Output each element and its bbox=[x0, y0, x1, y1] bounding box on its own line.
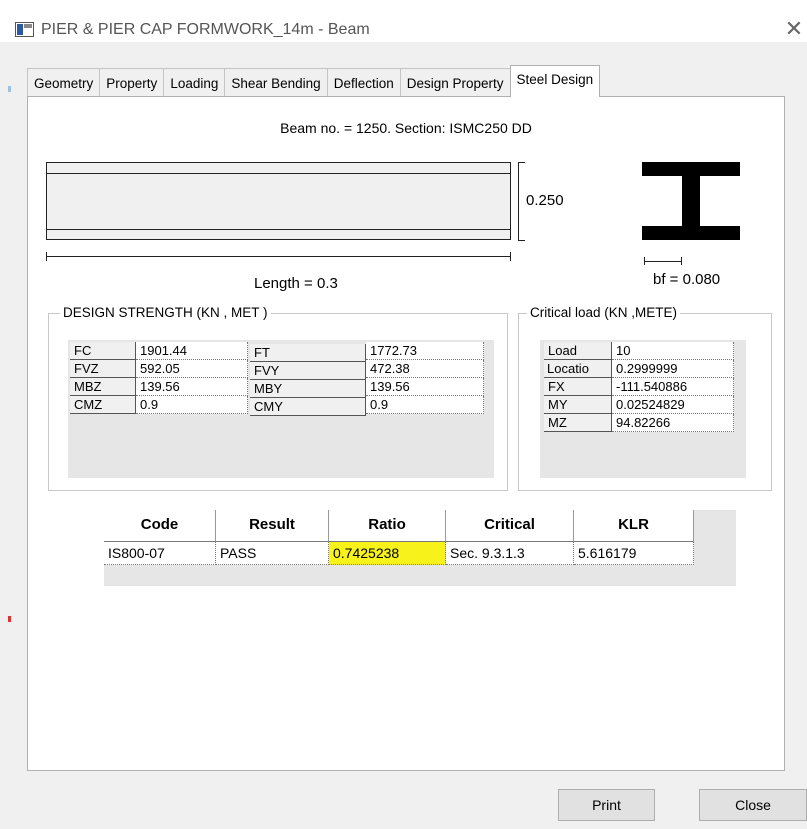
depth-dimension-tick-bottom bbox=[518, 240, 525, 241]
beam-info-label: Beam no. = 1250. Section: ISMC250 DD bbox=[280, 120, 532, 136]
critical-value: 94.82266 bbox=[612, 414, 734, 432]
critical-load-grid: Load 10 Locatio 0.2999999 FX -111.540886… bbox=[540, 340, 746, 478]
strength-value: 1772.73 bbox=[366, 342, 484, 360]
result-critical-cell: Sec. 9.3.1.3 bbox=[446, 542, 574, 565]
strength-value: 139.56 bbox=[136, 378, 248, 396]
beam-elevation-drawing bbox=[46, 162, 511, 240]
critical-key: FX bbox=[544, 378, 612, 396]
strength-value: 592.05 bbox=[136, 360, 248, 378]
column-header-critical: Critical bbox=[446, 510, 574, 542]
flange-width-tick-right bbox=[681, 257, 682, 265]
strength-key: MBZ bbox=[70, 378, 136, 396]
critical-key: MZ bbox=[544, 414, 612, 432]
column-header-ratio: Ratio bbox=[329, 510, 446, 542]
critical-key: Locatio bbox=[544, 360, 612, 378]
critical-value: 0.02524829 bbox=[612, 396, 734, 414]
depth-dimension-line bbox=[518, 162, 519, 240]
result-klr-cell: 5.616179 bbox=[574, 542, 694, 565]
strength-value: 1901.44 bbox=[136, 342, 248, 360]
flange-width-label: bf = 0.080 bbox=[653, 271, 721, 288]
critical-value: 10 bbox=[612, 342, 734, 360]
window-title: PIER & PIER CAP FORMWORK_14m - Beam bbox=[41, 21, 370, 38]
print-button[interactable]: Print bbox=[558, 789, 655, 821]
length-dimension-tick-left bbox=[46, 252, 47, 261]
column-header-klr: KLR bbox=[574, 510, 694, 542]
length-label: Length = 0.3 bbox=[254, 275, 338, 292]
strength-key: CMZ bbox=[70, 396, 136, 414]
tab-design-property[interactable]: Design Property bbox=[399, 68, 511, 97]
tab-property[interactable]: Property bbox=[99, 68, 165, 97]
background-window-edge bbox=[0, 42, 14, 829]
critical-load-title: Critical load (KN ,METE) bbox=[527, 305, 681, 320]
strength-key: FC bbox=[70, 342, 136, 360]
strength-key: MBY bbox=[250, 380, 366, 398]
depth-label: 0.250 bbox=[526, 192, 564, 209]
design-strength-grid: FC 1901.44 FT 1772.73 FVZ 592.05 FVY 472… bbox=[68, 340, 494, 478]
column-header-result: Result bbox=[216, 510, 329, 542]
flange-width-dimension-line bbox=[644, 261, 682, 262]
tab-loading[interactable]: Loading bbox=[163, 68, 226, 97]
strength-value: 0.9 bbox=[366, 396, 484, 414]
tab-strip: Geometry Property Loading Shear Bending … bbox=[27, 65, 601, 97]
window-app-icon bbox=[15, 22, 34, 37]
critical-key: Load bbox=[544, 342, 612, 360]
strength-key: FVY bbox=[250, 362, 366, 380]
design-strength-title: DESIGN STRENGTH (KN , MET ) bbox=[60, 305, 271, 320]
strength-value: 139.56 bbox=[366, 378, 484, 396]
strength-value: 0.9 bbox=[136, 396, 248, 414]
length-dimension-line bbox=[46, 256, 511, 257]
strength-key: FVZ bbox=[70, 360, 136, 378]
depth-dimension-tick-top bbox=[518, 162, 525, 163]
close-button[interactable]: Close bbox=[699, 789, 807, 821]
tab-shear-bending[interactable]: Shear Bending bbox=[224, 68, 328, 97]
tab-deflection[interactable]: Deflection bbox=[326, 68, 401, 97]
tab-geometry[interactable]: Geometry bbox=[27, 68, 101, 97]
window-close-icon[interactable]: ✕ bbox=[781, 16, 807, 42]
critical-key: MY bbox=[544, 396, 612, 414]
critical-value: 0.2999999 bbox=[612, 360, 734, 378]
length-dimension-tick-right bbox=[510, 252, 511, 261]
result-ratio-cell: 0.7425238 bbox=[329, 542, 446, 565]
result-status-cell: PASS bbox=[216, 542, 329, 565]
column-header-code: Code bbox=[104, 510, 216, 542]
strength-key: FT bbox=[250, 344, 366, 362]
tab-steel-design[interactable]: Steel Design bbox=[509, 65, 601, 97]
strength-key: CMY bbox=[250, 398, 366, 416]
result-code-cell: IS800-07 bbox=[104, 542, 216, 565]
i-section-icon bbox=[642, 162, 740, 240]
critical-value: -111.540886 bbox=[612, 378, 734, 396]
strength-value: 472.38 bbox=[366, 360, 484, 378]
flange-width-tick-left bbox=[644, 257, 645, 265]
results-table: Code Result Ratio Critical KLR IS800-07 … bbox=[104, 510, 736, 586]
